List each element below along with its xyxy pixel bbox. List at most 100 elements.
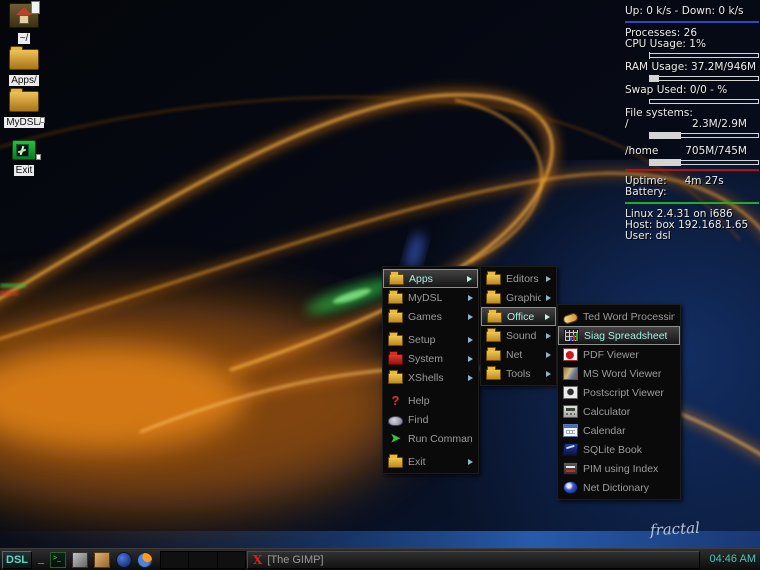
menu-item-office[interactable]: Office — [481, 307, 556, 326]
desktop-icon-mydsl[interactable]: MyDSL/ — [1, 91, 47, 130]
menu-item-xshells[interactable]: XShells — [383, 368, 478, 387]
menu-item-editors[interactable]: Editors — [481, 269, 556, 288]
folder-icon — [486, 293, 501, 304]
folder-icon — [388, 312, 403, 323]
submenu-arrow-icon — [546, 352, 551, 358]
home-folder-icon — [9, 3, 39, 28]
submenu-arrow-icon — [468, 337, 473, 343]
folder-icon — [9, 91, 39, 112]
package-launcher-icon[interactable] — [94, 552, 110, 568]
menu-item-run-command[interactable]: ➤ Run Command — [383, 429, 478, 448]
firefox-launcher-icon[interactable] — [137, 552, 153, 568]
menu-item-ted-word-processing[interactable]: Ted Word Processing — [558, 307, 680, 326]
folder-icon — [486, 331, 501, 342]
menu-item-calendar[interactable]: Calendar — [558, 421, 680, 440]
cpu-bar — [649, 53, 759, 58]
divider — [625, 21, 759, 23]
system-monitor: Up: 0 k/s - Down: 0 k/s Processes: 26 CP… — [625, 6, 759, 242]
tray-slot — [188, 551, 216, 569]
terminal-launcher-icon[interactable] — [50, 552, 66, 568]
cube-launcher-icon[interactable] — [72, 552, 88, 568]
tray-slot — [160, 551, 188, 569]
swap-bar — [649, 99, 759, 104]
help-icon: ? — [388, 394, 403, 407]
blue-globe-launcher-icon[interactable] — [116, 552, 132, 568]
siag-icon — [564, 329, 579, 342]
apps-submenu: Editors Graphics Office Sound Net Tools — [480, 266, 557, 386]
menu-item-help[interactable]: ? Help — [383, 391, 478, 410]
calculator-icon — [563, 405, 578, 418]
menu-item-games[interactable]: Games — [383, 307, 478, 326]
submenu-arrow-icon — [546, 276, 551, 282]
menu-item-exit[interactable]: Exit — [383, 452, 478, 471]
menu-item-pim-using-index[interactable]: PIM using Index — [558, 459, 680, 478]
red-folder-icon — [388, 354, 403, 365]
desktop-icon-home[interactable]: ~/ — [1, 3, 47, 46]
divider — [625, 202, 759, 204]
taskbar: DSL _ X [The GIMP] 04:46 AM — [0, 548, 760, 570]
folder-icon — [388, 293, 403, 304]
fs-root-bar — [649, 133, 759, 138]
menu-item-setup[interactable]: Setup — [383, 330, 478, 349]
run-icon: ➤ — [388, 432, 403, 445]
submenu-arrow-icon — [545, 314, 550, 320]
desktop-icon-exit[interactable]: Exit — [1, 140, 47, 178]
menu-item-calculator[interactable]: Calculator — [558, 402, 680, 421]
submenu-arrow-icon — [546, 371, 551, 377]
sqlite-icon — [562, 443, 579, 456]
window-title: [The GIMP] — [267, 554, 323, 566]
menu-item-ms-word-viewer[interactable]: MS Word Viewer — [558, 364, 680, 383]
dsl-menu-button[interactable]: DSL — [2, 551, 32, 569]
submenu-arrow-icon — [546, 333, 551, 339]
menu-item-mydsl[interactable]: MyDSL — [383, 288, 478, 307]
menu-item-postscript-viewer[interactable]: Postscript Viewer — [558, 383, 680, 402]
ted-icon — [562, 311, 579, 324]
user-info: User: dsl — [625, 231, 759, 242]
menu-item-find[interactable]: Find — [383, 410, 478, 429]
submenu-arrow-icon — [468, 356, 473, 362]
pdf-icon — [563, 348, 578, 361]
ram-usage: RAM Usage: 37.2M/946M - 3% — [625, 62, 759, 73]
postscript-icon — [563, 386, 578, 399]
menu-item-sqlite-book[interactable]: SQLite Book — [558, 440, 680, 459]
menu-item-net[interactable]: Net — [481, 345, 556, 364]
desktop-icon-apps[interactable]: Apps/ — [1, 49, 47, 88]
msword-icon — [563, 367, 578, 380]
desktop: fractal Up: 0 k/s - Down: 0 k/s Processe… — [0, 0, 760, 570]
menu-item-tools[interactable]: Tools — [481, 364, 556, 383]
menu-item-apps[interactable]: Apps — [383, 269, 478, 288]
menu-item-sound[interactable]: Sound — [481, 326, 556, 345]
tray-slot — [217, 551, 246, 569]
pim-icon — [563, 462, 578, 475]
shortcut-doc-icon — [40, 117, 45, 123]
submenu-arrow-icon — [546, 295, 551, 301]
menu-item-net-dictionary[interactable]: Net Dictionary — [558, 478, 680, 497]
submenu-arrow-icon — [468, 295, 473, 301]
fs-home-bar — [649, 160, 759, 165]
office-submenu: Ted Word Processing Siag Spreadsheet PDF… — [557, 304, 681, 500]
fs-home: /home705M/745M — [625, 146, 759, 157]
menu-item-system[interactable]: System — [383, 349, 478, 368]
battery: Battery: — [625, 187, 759, 198]
fs-root: /2.3M/2.9M — [625, 119, 759, 130]
submenu-arrow-icon — [468, 459, 473, 465]
folder-icon — [388, 373, 403, 384]
net-speed: Up: 0 k/s - Down: 0 k/s — [625, 6, 759, 17]
folder-icon — [389, 274, 404, 285]
folder-icon — [9, 49, 39, 70]
taskbar-window-button-gimp[interactable]: X [The GIMP] — [247, 551, 700, 569]
menu-item-pdf-viewer[interactable]: PDF Viewer — [558, 345, 680, 364]
minimized-window-indicator[interactable]: _ — [38, 553, 44, 565]
gimp-window-icon: X — [253, 553, 262, 567]
submenu-arrow-icon — [468, 314, 473, 320]
folder-icon — [487, 312, 502, 323]
dictionary-icon — [563, 481, 578, 494]
find-icon — [388, 416, 403, 426]
root-menu: Apps MyDSL Games Setup System XShells — [382, 266, 479, 474]
calendar-icon — [563, 424, 578, 437]
menu-item-siag-spreadsheet[interactable]: Siag Spreadsheet — [558, 326, 680, 345]
menu-item-graphics[interactable]: Graphics — [481, 288, 556, 307]
folder-icon — [486, 274, 501, 285]
submenu-arrow-icon — [467, 276, 472, 282]
folder-icon — [388, 335, 403, 346]
